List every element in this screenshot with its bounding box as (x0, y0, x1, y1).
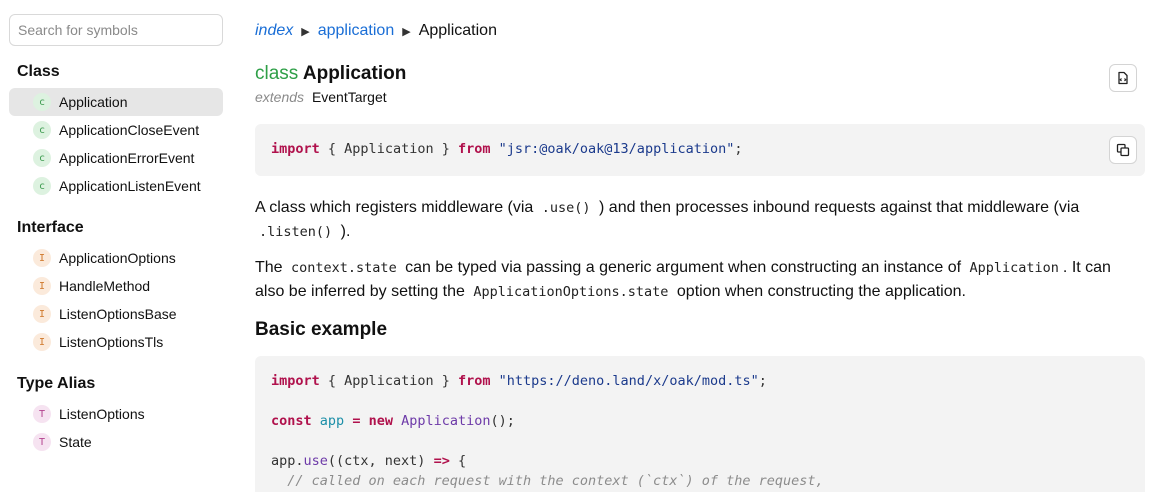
inline-code: .listen() (259, 224, 333, 240)
sidebar-item-application-error-event[interactable]: c ApplicationErrorEvent (9, 144, 223, 172)
breadcrumb-module-link[interactable]: application (318, 22, 395, 40)
breadcrumb-separator-icon: ▶ (402, 25, 411, 38)
breadcrumb: index ▶ application ▶ Application (255, 20, 497, 42)
sidebar-group-title: Type Alias (17, 375, 96, 392)
code-line: import { Application } from "https://den… (271, 373, 767, 389)
interface-badge-icon: I (33, 305, 51, 323)
class-badge-icon: c (33, 121, 51, 139)
sidebar-item-label: ApplicationListenEvent (59, 178, 201, 194)
sidebar-item-listen-options-tls[interactable]: I ListenOptionsTls (9, 328, 223, 356)
interface-badge-icon: I (33, 277, 51, 295)
inline-code: context.state (291, 260, 397, 276)
sidebar-item-label: ApplicationOptions (59, 250, 176, 266)
sidebar-item-listen-options[interactable]: T ListenOptions (9, 400, 223, 428)
sidebar-item-label: State (59, 434, 92, 450)
import-code-block: import { Application } from "jsr:@oak/oa… (255, 124, 1145, 176)
sidebar-item-label: ListenOptionsTls (59, 334, 164, 350)
sidebar-item-listen-options-base[interactable]: I ListenOptionsBase (9, 300, 223, 328)
breadcrumb-index-link[interactable]: index (255, 22, 293, 40)
class-badge-icon: c (33, 177, 51, 195)
sidebar-item-handle-method[interactable]: I HandleMethod (9, 272, 223, 300)
sidebar-item-label: ApplicationErrorEvent (59, 150, 195, 166)
breadcrumb-separator-icon: ▶ (301, 25, 310, 38)
code-line: const app = new Application(); (271, 413, 515, 429)
copy-import-button[interactable] (1109, 136, 1137, 164)
extends-line: extends EventTarget (255, 88, 387, 106)
view-source-button[interactable] (1109, 64, 1137, 92)
sidebar-item-application-close-event[interactable]: c ApplicationCloseEvent (9, 116, 223, 144)
class-badge-icon: c (33, 149, 51, 167)
source-file-icon (1118, 71, 1128, 85)
type-alias-badge-icon: T (33, 433, 51, 451)
copy-icon (1116, 143, 1130, 157)
sidebar-item-label: Application (59, 94, 128, 110)
sidebar-item-label: ListenOptionsBase (59, 306, 177, 322)
sidebar-item-label: ListenOptions (59, 406, 145, 422)
sidebar-item-application-options[interactable]: I ApplicationOptions (9, 244, 223, 272)
inline-code: .use() (541, 200, 591, 216)
example-heading: Basic example (255, 319, 388, 340)
sidebar-group-interface: Interface I ApplicationOptions I HandleM… (9, 218, 223, 356)
description-paragraph-2: The context.state can be typed via passi… (255, 259, 1111, 300)
sidebar-group-type-alias: Type Alias T ListenOptions T State (9, 374, 223, 456)
extends-name: EventTarget (311, 89, 387, 105)
class-name: Application (302, 63, 407, 84)
description-paragraph-1: A class which registers middleware (via … (255, 199, 1080, 240)
sidebar-group-title: Class (17, 63, 60, 80)
example-code-block: import { Application } from "https://den… (255, 356, 1145, 492)
type-alias-badge-icon: T (33, 405, 51, 423)
import-statement: import { Application } from "jsr:@oak/oa… (271, 141, 743, 157)
sidebar-item-label: ApplicationCloseEvent (59, 122, 200, 138)
sidebar-item-application[interactable]: c Application (9, 88, 223, 116)
sidebar-group-title: Interface (17, 219, 84, 236)
inline-code: ApplicationOptions.state (473, 284, 669, 300)
interface-badge-icon: I (33, 333, 51, 351)
breadcrumb-current: Application (418, 22, 497, 39)
interface-badge-icon: I (33, 249, 51, 267)
class-badge-icon: c (33, 93, 51, 111)
code-line: app.use((ctx, next) => { (271, 453, 467, 469)
page-title: class Application (255, 62, 406, 86)
main-content: index ▶ application ▶ Application class … (255, 0, 1145, 492)
inline-code: Application (969, 260, 1059, 276)
class-keyword: class (255, 63, 299, 84)
symbol-search-input[interactable] (9, 14, 223, 46)
extends-keyword: extends (255, 89, 305, 105)
sidebar: Class c Application c ApplicationCloseEv… (0, 0, 232, 492)
code-comment-line: // called on each request with the conte… (271, 473, 824, 489)
sidebar-item-application-listen-event[interactable]: c ApplicationListenEvent (9, 172, 223, 200)
sidebar-group-class: Class c Application c ApplicationCloseEv… (9, 62, 223, 200)
sidebar-item-state[interactable]: T State (9, 428, 223, 456)
sidebar-item-label: HandleMethod (59, 278, 151, 294)
